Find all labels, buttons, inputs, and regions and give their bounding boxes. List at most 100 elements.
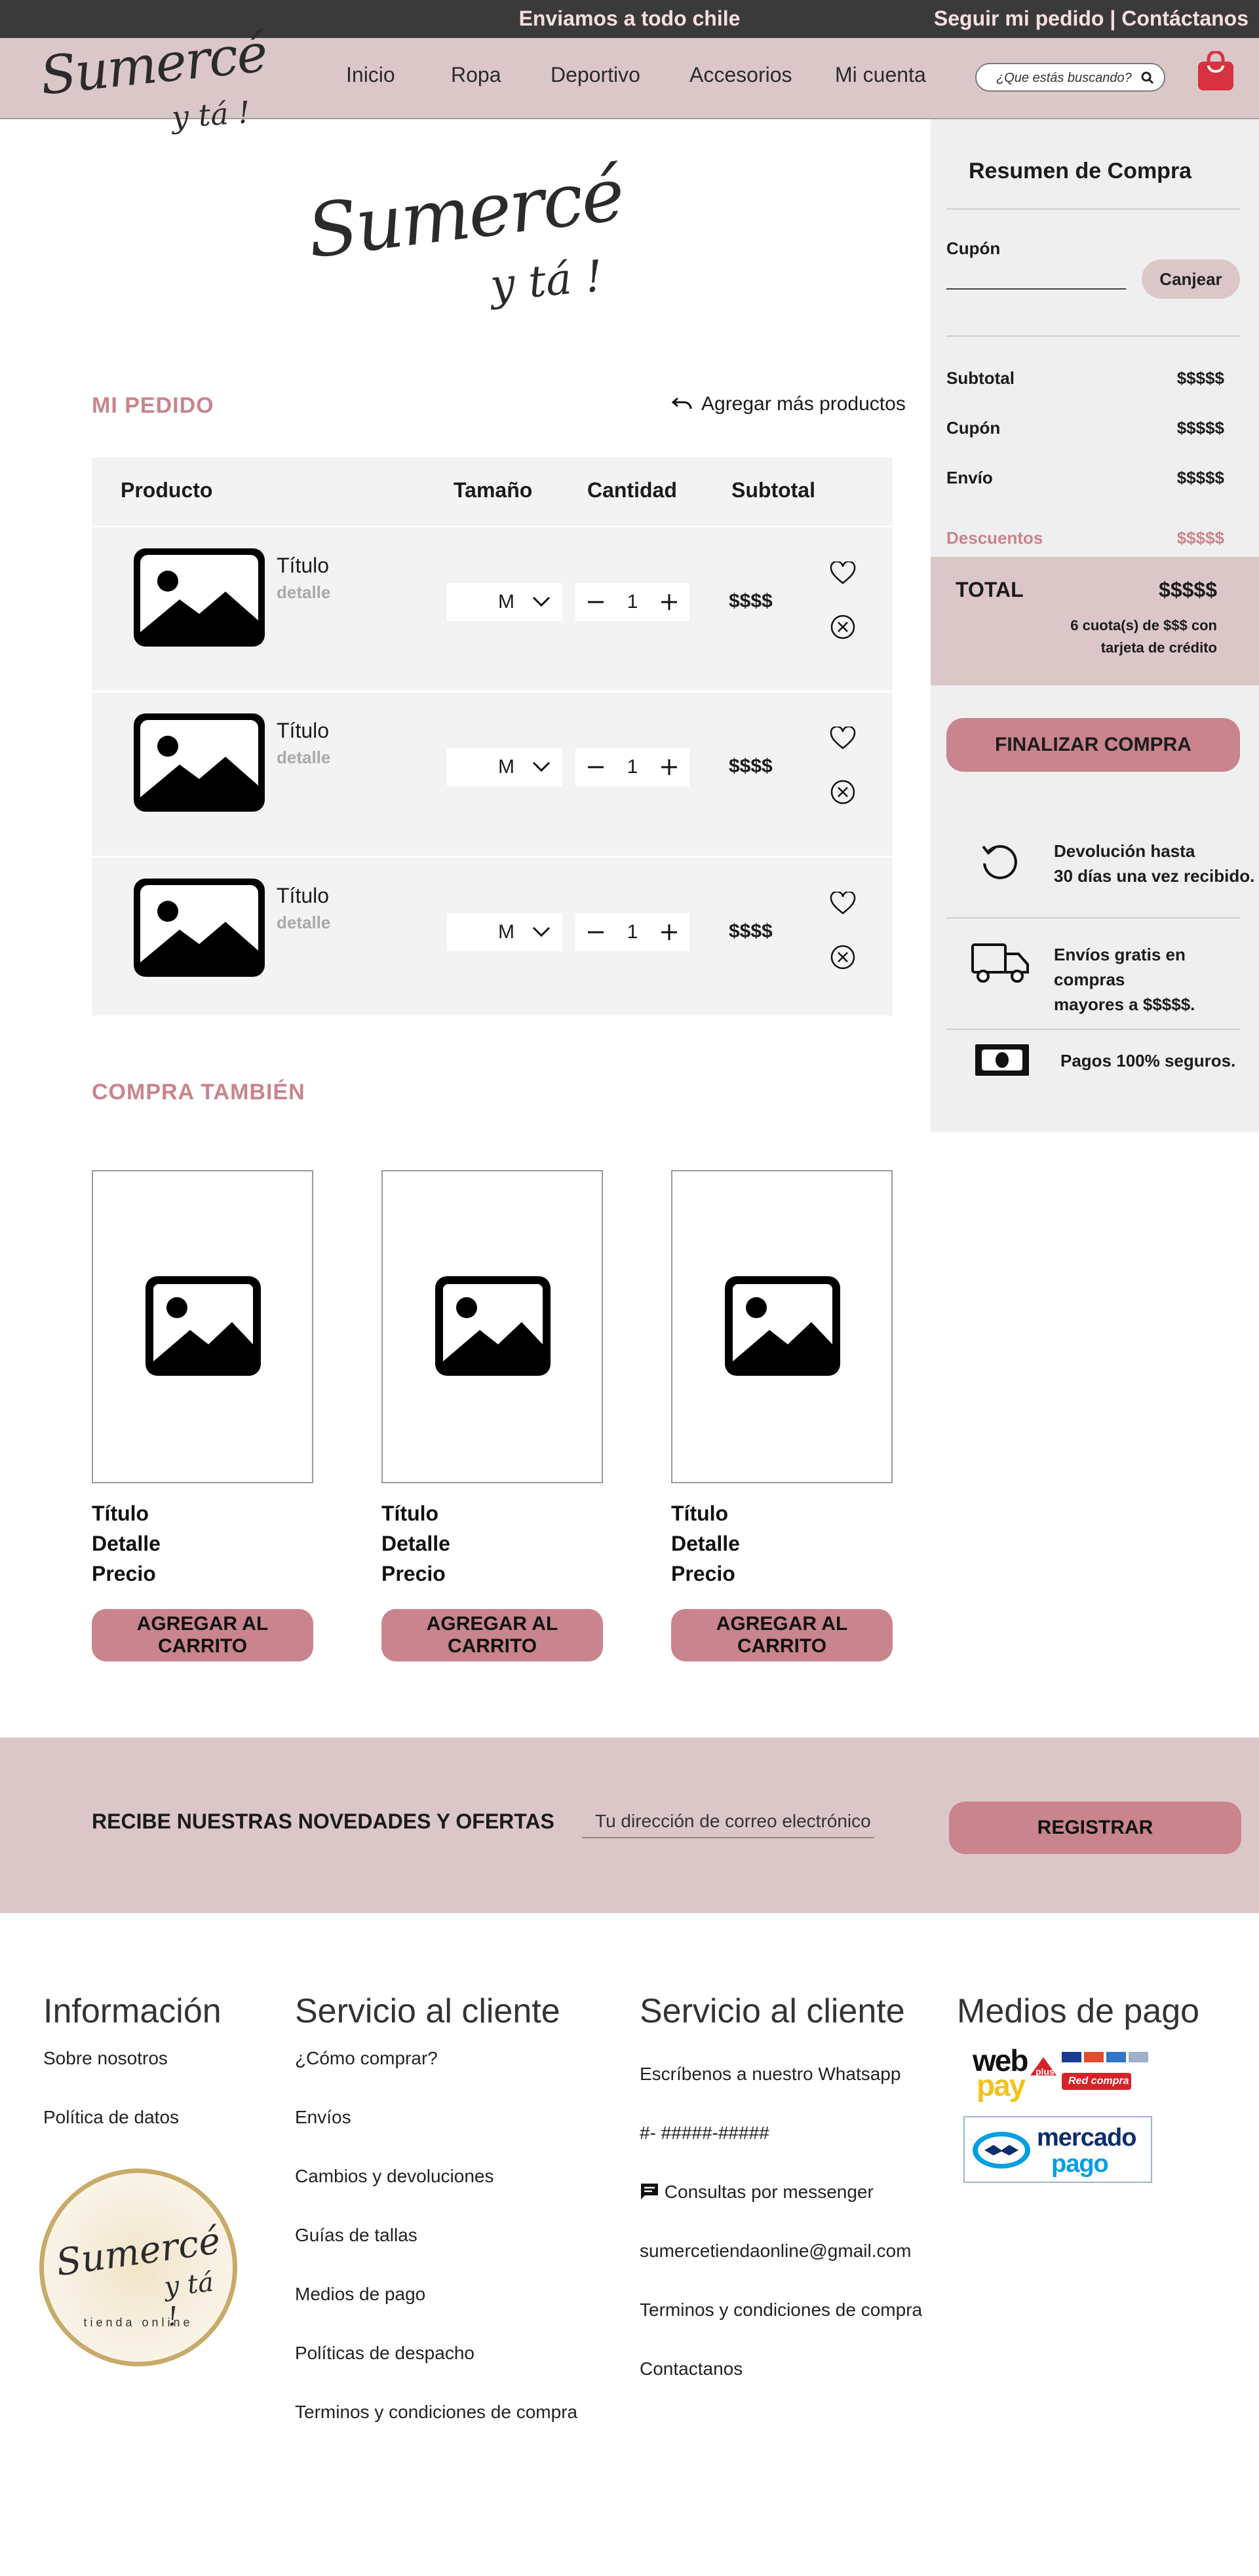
benefit-return: Devolución hasta 30 días una vez recibid… bbox=[1054, 839, 1254, 888]
footer-email-link[interactable]: sumercetiendaonline@gmail.com bbox=[640, 2241, 911, 2262]
image-placeholder-icon bbox=[435, 1276, 551, 1376]
chevron-down-icon bbox=[532, 926, 551, 938]
newsletter-title: RECIBE NUESTRAS NOVEDADES Y OFERTAS bbox=[92, 1809, 554, 1833]
coupon-label: Cupón bbox=[946, 238, 1001, 258]
remove-icon[interactable] bbox=[830, 944, 856, 970]
benefit-line: Pagos 100% seguros. bbox=[1060, 1051, 1236, 1070]
search-icon[interactable] bbox=[1140, 71, 1155, 85]
footer-link[interactable]: Envíos bbox=[295, 2107, 351, 2128]
main-logo-tagline: y tá ! bbox=[488, 250, 605, 311]
footer-link[interactable]: Guías de tallas bbox=[295, 2225, 417, 2246]
quantity-stepper: 1 bbox=[575, 748, 689, 786]
header-logo-tagline: y tá ! bbox=[170, 94, 252, 136]
product-detail: Detalle bbox=[92, 1532, 161, 1555]
total-box: TOTAL $$$$$ 6 cuota(s) de $$$ con tarjet… bbox=[931, 557, 1259, 685]
top-links[interactable]: Seguir mi pedido | Contáctanos bbox=[934, 7, 1249, 31]
summary-row-subtotal: Subtotal $$$$$ bbox=[946, 368, 1224, 388]
coupon-input[interactable] bbox=[946, 262, 1126, 290]
chevron-down-icon bbox=[532, 596, 551, 607]
plus-icon[interactable] bbox=[659, 922, 679, 942]
item-title: Título bbox=[277, 554, 330, 577]
benefit-line: 30 días una vez recibido. bbox=[1054, 866, 1255, 886]
order-row: Título detalle M 1 $$$$ bbox=[92, 691, 893, 856]
footer-link[interactable]: Cambios y devoluciones bbox=[295, 2166, 494, 2187]
product-detail: Detalle bbox=[671, 1532, 740, 1555]
heart-icon[interactable] bbox=[830, 727, 856, 750]
footer-link[interactable]: ¿Cómo comprar? bbox=[295, 2048, 438, 2069]
brand-seal-logo: Sumercé y tá ! tienda online bbox=[39, 2169, 237, 2366]
message-icon bbox=[641, 2184, 658, 2199]
product-price: Precio bbox=[92, 1562, 156, 1585]
newsletter-email-input[interactable] bbox=[582, 1806, 874, 1838]
item-detail: detalle bbox=[277, 748, 331, 767]
heart-icon[interactable] bbox=[830, 892, 856, 915]
product-card-image[interactable] bbox=[671, 1170, 893, 1483]
footer-link[interactable]: Sobre nosotros bbox=[43, 2048, 168, 2069]
size-select[interactable]: M bbox=[447, 583, 562, 621]
summary-value: $$$$$ bbox=[1176, 468, 1224, 487]
footer-whatsapp-link[interactable]: Escríbenos a nuestro Whatsapp bbox=[640, 2064, 901, 2085]
footer-link[interactable]: Terminos y condiciones de compra bbox=[295, 2402, 577, 2423]
heart-icon[interactable] bbox=[830, 561, 856, 585]
footer-phone[interactable]: #- #####-##### bbox=[640, 2123, 769, 2144]
add-to-cart-button[interactable]: AGREGAR AL CARRITO bbox=[381, 1609, 603, 1661]
item-subtotal: $$$$ bbox=[729, 920, 773, 942]
product-card-image[interactable] bbox=[381, 1170, 603, 1483]
footer-terms-link[interactable]: Terminos y condiciones de compra bbox=[640, 2300, 922, 2320]
redcompra-label: Red compra bbox=[1068, 2075, 1129, 2087]
webpay-plus: plus bbox=[1036, 2066, 1055, 2077]
footer-link[interactable]: Política de datos bbox=[43, 2107, 179, 2128]
product-title[interactable]: Título bbox=[671, 1502, 728, 1526]
product-detail: Detalle bbox=[381, 1532, 450, 1555]
footer-messenger-link[interactable]: Consultas por messenger bbox=[640, 2182, 874, 2203]
summary-label: Subtotal bbox=[946, 368, 1015, 388]
product-price: Precio bbox=[381, 1562, 446, 1585]
chevron-down-icon bbox=[532, 761, 551, 772]
add-to-cart-button[interactable]: AGREGAR AL CARRITO bbox=[671, 1609, 893, 1661]
image-placeholder-icon bbox=[145, 1276, 261, 1376]
summary-label: Envío bbox=[946, 468, 993, 487]
footer-link[interactable]: Medios de pago bbox=[295, 2284, 425, 2305]
total-value: $$$$$ bbox=[1159, 578, 1217, 601]
benefit-shipping: Envíos gratis en compras mayores a $$$$$… bbox=[1054, 942, 1259, 1017]
item-detail: detalle bbox=[277, 913, 331, 932]
search-input[interactable] bbox=[996, 68, 1134, 88]
summary-value: $$$$$ bbox=[1176, 368, 1224, 388]
summary-row-coupon: Cupón $$$$$ bbox=[946, 418, 1224, 438]
product-image bbox=[134, 713, 265, 812]
checkout-button[interactable]: FINALIZAR COMPRA bbox=[946, 718, 1240, 772]
plus-icon[interactable] bbox=[659, 757, 679, 777]
mercadopago-logo: mercado pago bbox=[963, 2116, 1152, 2183]
newsletter-register-button[interactable]: REGISTRAR bbox=[949, 1802, 1241, 1854]
webpay-logo: web pay plus Red compra bbox=[970, 2043, 1160, 2102]
summary-label: Cupón bbox=[946, 418, 1001, 438]
nav-mi-cuenta[interactable]: Mi cuenta bbox=[835, 63, 926, 87]
add-more-products-link[interactable]: Agregar más productos bbox=[670, 393, 906, 415]
product-card-image[interactable] bbox=[92, 1170, 313, 1483]
add-to-cart-button[interactable]: AGREGAR AL CARRITO bbox=[92, 1609, 313, 1661]
order-title: MI PEDIDO bbox=[92, 393, 214, 418]
remove-icon[interactable] bbox=[830, 614, 856, 640]
footer-contact-link[interactable]: Contactanos bbox=[640, 2358, 743, 2379]
size-select[interactable]: M bbox=[447, 748, 562, 786]
image-placeholder-icon bbox=[725, 1276, 840, 1376]
footer-contact-title: Servicio al cliente bbox=[640, 1992, 905, 2030]
footer-link[interactable]: Políticas de despacho bbox=[295, 2343, 475, 2364]
plus-icon[interactable] bbox=[659, 592, 679, 612]
order-summary: Resumen de Compra Cupón Canjear Subtotal… bbox=[931, 119, 1259, 1132]
footer-info-title: Información bbox=[43, 1992, 222, 2030]
nav-deportivo[interactable]: Deportivo bbox=[551, 63, 640, 87]
installments-line-1: 6 cuota(s) de $$$ con bbox=[1070, 617, 1217, 634]
nav-ropa[interactable]: Ropa bbox=[451, 63, 501, 87]
remove-icon[interactable] bbox=[830, 779, 856, 805]
redeem-coupon-button[interactable]: Canjear bbox=[1142, 259, 1240, 299]
nav-inicio[interactable]: Inicio bbox=[346, 63, 395, 87]
mercadopago-line-2: pago bbox=[1051, 2150, 1109, 2178]
shopping-bag-icon[interactable] bbox=[1197, 51, 1235, 92]
product-title[interactable]: Título bbox=[92, 1502, 149, 1526]
size-select[interactable]: M bbox=[447, 913, 562, 951]
footer-service-title: Servicio al cliente bbox=[295, 1992, 560, 2030]
handshake-icon bbox=[973, 2132, 1030, 2169]
product-title[interactable]: Título bbox=[381, 1502, 438, 1526]
nav-accesorios[interactable]: Accesorios bbox=[689, 63, 792, 87]
